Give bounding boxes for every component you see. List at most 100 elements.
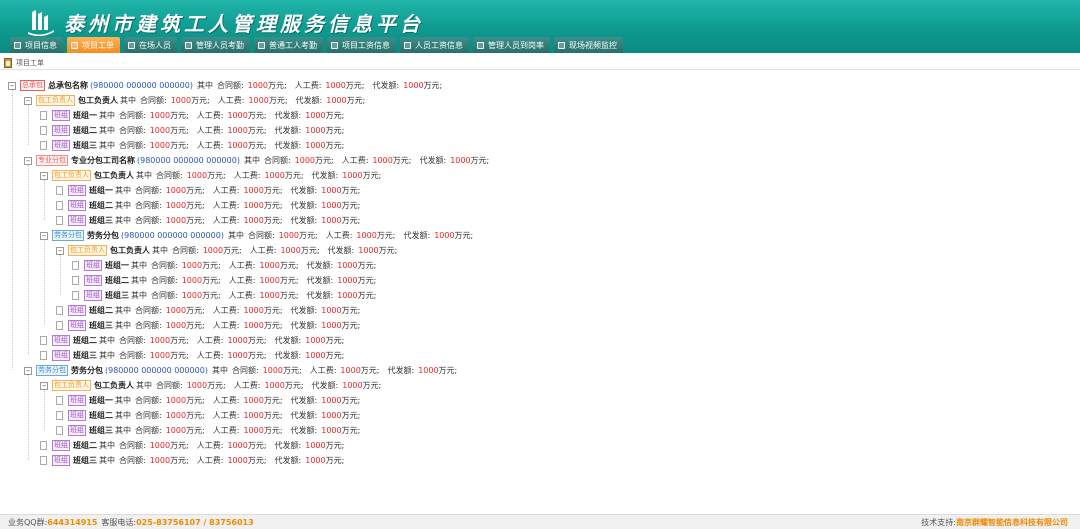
node-name[interactable]: 班组三	[89, 320, 113, 331]
tree-leaf-row[interactable]: 班组 班组二 其中 合同额: 1000 万元; 人工费: 1000 万元; 代发额: 1000 万元;	[56, 408, 368, 423]
node-name[interactable]: 班组一	[89, 185, 113, 196]
node-name[interactable]: 专业分包工司名称	[71, 155, 135, 166]
node-name[interactable]: 班组一	[89, 395, 113, 406]
unit-label: 万元;	[341, 201, 361, 210]
node-name[interactable]: 劳务分包	[71, 365, 103, 376]
tree-leaf-row[interactable]: 班组 班组二 其中 合同额: 1000 万元; 人工费: 1000 万元; 代发额: 1000 万元;	[56, 303, 368, 318]
tree-leaf-row[interactable]: 班组 班组二 其中 合同额: 1000 万元; 人工费: 1000 万元; 代发额: 1000 万元;	[40, 333, 352, 348]
node-type-badge: 包工负责人	[36, 95, 75, 106]
tree-leaf-row[interactable]: 班组 班组一 其中 合同额: 1000 万元; 人工费: 1000 万元; 代发额: 1000 万元;	[56, 183, 368, 198]
proxy-label: 代发额:	[306, 291, 334, 300]
node-name[interactable]: 总承包名称	[48, 80, 88, 91]
node-name[interactable]: 班组二	[89, 410, 113, 421]
unit-label: 万元;	[263, 216, 283, 225]
unit-label: 万元;	[247, 441, 267, 450]
collapse-toggle-icon[interactable]: −	[56, 246, 64, 255]
nav-tab[interactable]: 项目工资信息	[327, 37, 396, 53]
proxy-label: 代发额:	[274, 456, 302, 465]
collapse-toggle-icon[interactable]: −	[24, 96, 32, 105]
tree-leaf-row[interactable]: 班组 班组三 其中 合同额: 1000 万元; 人工费: 1000 万元; 代发额: 1000 万元;	[40, 453, 352, 468]
collapse-toggle-icon[interactable]: −	[24, 156, 32, 165]
tree-guide-line	[28, 105, 29, 145]
contract-label: 合同额:	[156, 381, 183, 390]
nav-tab[interactable]: 现场视频监控	[554, 37, 623, 53]
tree-node-row[interactable]: − 包工负责人 包工负责人 其中 合同额: 1000 万元; 人工费: 1000 万元; 代发额: 1…	[56, 243, 405, 258]
node-name[interactable]: 包工负责人	[78, 95, 118, 106]
node-name[interactable]: 班组二	[73, 440, 97, 451]
nav-tab[interactable]: 在场人员	[124, 37, 177, 53]
node-name[interactable]: 班组三	[73, 140, 97, 151]
labor-label: 人工费:	[212, 306, 240, 315]
tree-node-row[interactable]: − 劳务分包 劳务分包 (980000 000000 000000) 其中 合同额: 100…	[40, 228, 481, 243]
nav-tab[interactable]: 项目工单	[67, 37, 120, 53]
node-type-badge: 班组	[52, 350, 70, 361]
tree-leaf-row[interactable]: 班组 班组三 其中 合同额: 1000 万元; 人工费: 1000 万元; 代发额: 1000 万元;	[56, 213, 368, 228]
tree-leaf-row[interactable]: 班组 班组一 其中 合同额: 1000 万元; 人工费: 1000 万元; 代发额: 1000 万元;	[40, 108, 352, 123]
collapse-toggle-icon[interactable]: −	[40, 381, 48, 390]
proxy-label: 代发额:	[290, 216, 318, 225]
node-name[interactable]: 班组一	[73, 110, 97, 121]
collapse-toggle-icon[interactable]: −	[8, 81, 16, 90]
unit-label: 万元;	[284, 381, 304, 390]
support-value[interactable]: 南京群耀智能信息科技有限公司	[956, 517, 1068, 528]
node-name[interactable]: 班组三	[105, 290, 129, 301]
tree-node-row[interactable]: − 包工负责人 包工负责人 其中 合同额: 1000 万元; 人工费: 1000 万元; 代发额: 1…	[40, 378, 389, 393]
unit-label: 万元;	[357, 291, 377, 300]
tree-node-row[interactable]: − 劳务分包 劳务分包 (980000 000000 000000) 其中 合同额: 100…	[24, 363, 465, 378]
node-type-badge: 班组	[52, 335, 70, 346]
node-name[interactable]: 班组三	[89, 425, 113, 436]
footer: 业务QQ群: 644314915 客服电话: 025-83756107 / 83…	[0, 514, 1080, 529]
node-type-badge: 劳务分包	[36, 365, 68, 376]
tree-guide-line	[60, 255, 61, 295]
tree-leaf-row[interactable]: 班组 班组一 其中 合同额: 1000 万元; 人工费: 1000 万元; 代发额: 1000 万元;	[72, 258, 384, 273]
collapse-toggle-icon[interactable]: −	[24, 366, 32, 375]
tree-leaf-row[interactable]: 班组 班组三 其中 合同额: 1000 万元; 人工费: 1000 万元; 代发额: 1000 万元;	[56, 423, 368, 438]
nav-tab[interactable]: 管理人员到岗率	[473, 37, 550, 53]
node-name[interactable]: 包工负责人	[94, 170, 134, 181]
tree-leaf-row[interactable]: 班组 班组二 其中 合同额: 1000 万元; 人工费: 1000 万元; 代发额: 1000 万元;	[40, 438, 352, 453]
proxy-value: 1000	[321, 186, 342, 195]
node-name[interactable]: 班组二	[89, 305, 113, 316]
unit-label: 万元;	[186, 216, 205, 225]
contract-value: 1000	[165, 186, 187, 195]
proxy-label: 代发额:	[274, 351, 302, 360]
tree-leaf-row[interactable]: 班组 班组二 其中 合同额: 1000 万元; 人工费: 1000 万元; 代发额: 1000 万元;	[40, 123, 352, 138]
file-icon	[56, 186, 63, 195]
nav-tab[interactable]: 普通工人考勤	[254, 37, 323, 53]
tree-node-row[interactable]: − 包工负责人 包工负责人 其中 合同额: 1000 万元; 人工费: 1000 万元; 代发额: 1…	[24, 93, 373, 108]
nav-tab[interactable]: 项目信息	[10, 37, 63, 53]
node-name[interactable]: 班组二	[73, 125, 97, 136]
labor-label: 人工费:	[196, 126, 224, 135]
unit-label: 万元;	[186, 321, 205, 330]
collapse-toggle-icon[interactable]: −	[40, 231, 48, 240]
node-name[interactable]: 包工负责人	[110, 245, 150, 256]
tree-leaf-row[interactable]: 班组 班组二 其中 合同额: 1000 万元; 人工费: 1000 万元; 代发额: 1000 万元;	[72, 273, 384, 288]
tree-leaf-row[interactable]: 班组 班组三 其中 合同额: 1000 万元; 人工费: 1000 万元; 代发额: 1000 万元;	[72, 288, 384, 303]
node-name[interactable]: 劳务分包	[87, 230, 119, 241]
tree-node-row[interactable]: − 包工负责人 包工负责人 其中 合同额: 1000 万元; 人工费: 1000 万元; 代发额: 1…	[40, 168, 389, 183]
node-name[interactable]: 班组三	[89, 215, 113, 226]
contract-value: 1000	[181, 261, 203, 270]
unit-label: 万元;	[207, 171, 226, 180]
nav-tab[interactable]: 管理人员考勤	[181, 37, 250, 53]
nav-tab[interactable]: 人员工资信息	[400, 37, 469, 53]
node-name[interactable]: 班组二	[89, 200, 113, 211]
node-name[interactable]: 班组二	[73, 335, 97, 346]
tree-node-row[interactable]: − 总承包 总承包名称 (980000 000000 000000) 其中 合同额: 100…	[8, 78, 450, 93]
tree-leaf-row[interactable]: 班组 班组三 其中 合同额: 1000 万元; 人工费: 1000 万元; 代发额: 1000 万元;	[40, 348, 352, 363]
within-label: 其中	[115, 321, 131, 330]
collapse-toggle-icon[interactable]: −	[40, 171, 48, 180]
tree-leaf-row[interactable]: 班组 班组三 其中 合同额: 1000 万元; 人工费: 1000 万元; 代发额: 1000 万元;	[56, 318, 368, 333]
labor-value: 1000	[243, 321, 264, 330]
node-name[interactable]: 班组三	[73, 455, 97, 466]
tree-leaf-row[interactable]: 班组 班组二 其中 合同额: 1000 万元; 人工费: 1000 万元; 代发额: 1000 万元;	[56, 198, 368, 213]
tree-node-row[interactable]: − 专业分包 专业分包工司名称 (980000 000000 000000) 其中 合同额…	[24, 153, 497, 168]
node-name[interactable]: 班组一	[105, 260, 129, 271]
node-name[interactable]: 班组二	[105, 275, 129, 286]
contract-value: 1000	[149, 441, 171, 450]
tree-leaf-row[interactable]: 班组 班组一 其中 合同额: 1000 万元; 人工费: 1000 万元; 代发额: 1000 万元;	[56, 393, 368, 408]
unit-label: 万元;	[423, 81, 443, 90]
tree-leaf-row[interactable]: 班组 班组三 其中 合同额: 1000 万元; 人工费: 1000 万元; 代发额: 1000 万元;	[40, 138, 352, 153]
node-name[interactable]: 班组三	[73, 350, 97, 361]
node-name[interactable]: 包工负责人	[94, 380, 134, 391]
